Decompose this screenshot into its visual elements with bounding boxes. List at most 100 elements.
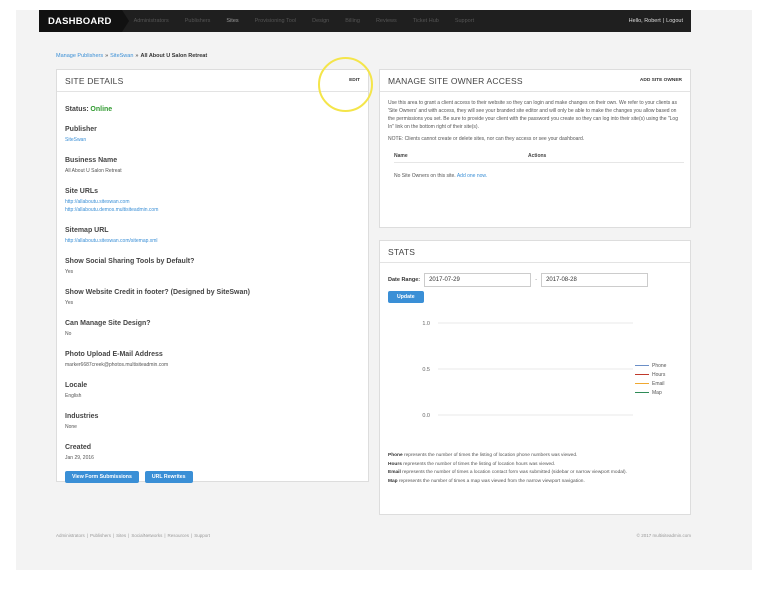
chart-legend: Phone Hours Email Map — [635, 361, 666, 397]
site-owners-table: Name Actions No Site Owners on this site… — [394, 152, 684, 180]
nav-administrators[interactable]: Administrators — [134, 18, 169, 24]
nav-ticket-hub[interactable]: Ticket Hub — [413, 18, 439, 24]
created-label: Created — [65, 444, 92, 451]
legend-item-hours: Hours — [635, 370, 666, 379]
url-rewrites-button[interactable]: URL Rewrites — [144, 471, 193, 483]
breadcrumb: Manage Publishers » SiteSwan » All About… — [56, 53, 207, 59]
owner-access-header: MANAGE SITE OWNER ACCESS ADD SITE OWNER — [380, 70, 690, 92]
site-url-link[interactable]: http://allaboutu.demos.multisiteadmin.co… — [65, 207, 158, 213]
social-sharing-label: Show Social Sharing Tools by Default? — [65, 258, 195, 265]
update-button[interactable]: Update — [388, 291, 424, 303]
chart-y-tick-label: 0.5 — [422, 367, 430, 373]
sitemap-link[interactable]: http://allaboutu.siteswan.com/sitemap.xm… — [65, 238, 158, 244]
date-to-input[interactable]: 2017-08-28 — [541, 273, 649, 287]
edit-link[interactable]: EDIT — [349, 78, 360, 83]
photo-email-label: Photo Upload E-Mail Address — [65, 351, 163, 358]
legend-swatch — [635, 365, 649, 366]
owner-access-title: MANAGE SITE OWNER ACCESS — [388, 75, 523, 86]
stats-header: STATS — [380, 241, 690, 263]
user-separator: | — [662, 18, 665, 24]
note-hours-term: Hours — [388, 461, 402, 467]
manage-design-value: No — [65, 331, 72, 337]
industries-field: Industries None — [65, 413, 360, 431]
site-urls-label: Site URLs — [65, 188, 99, 195]
breadcrumb-separator: » — [135, 53, 139, 59]
sitemap-field: Sitemap URL http://allaboutu.siteswan.co… — [65, 227, 360, 245]
note-email: Email represents the number of times a l… — [388, 469, 684, 478]
business-name-label: Business Name — [65, 157, 118, 164]
footer-separator: | — [86, 533, 88, 538]
note-phone: Phone represents the number of times the… — [388, 452, 684, 461]
note-hours-text: represents the number of times the listi… — [401, 461, 556, 467]
stats-body: Date Range: 2017-07-29 - 2017-08-28 Upda… — [380, 263, 690, 313]
footer-link[interactable]: Support — [194, 533, 210, 538]
nav-sites[interactable]: Sites — [226, 18, 238, 24]
nav-publishers[interactable]: Publishers — [185, 18, 211, 24]
status-label: Status: — [65, 106, 89, 113]
nav-provisioning-tool[interactable]: Provisioning Tool — [255, 18, 296, 24]
website-credit-field: Show Website Credit in footer? (Designed… — [65, 289, 360, 307]
legend-label: Hours — [652, 371, 666, 378]
breadcrumb-manage-publishers[interactable]: Manage Publishers — [56, 53, 103, 59]
nav-reviews[interactable]: Reviews — [376, 18, 397, 24]
top-navigation: DASHBOARD Administrators Publishers Site… — [39, 10, 691, 32]
note-phone-term: Phone — [388, 453, 403, 458]
nav-design[interactable]: Design — [312, 18, 329, 24]
site-url-link[interactable]: http://allaboutu.siteswan.com — [65, 199, 129, 205]
legend-swatch — [635, 392, 649, 393]
user-menu: Hello, Robert | Logout — [629, 18, 683, 24]
industries-value: None — [65, 424, 77, 430]
owner-access-note: NOTE: Clients cannot create or delete si… — [388, 136, 585, 142]
created-field: Created Jan 29, 2016 — [65, 444, 360, 462]
logout-link[interactable]: Logout — [666, 18, 683, 24]
owner-access-description: Use this area to grant a client access t… — [388, 100, 678, 130]
note-hours: Hours represents the number of times the… — [388, 461, 684, 470]
footer-link[interactable]: Sites — [116, 533, 126, 538]
website-credit-label: Show Website Credit in footer? (Designed… — [65, 289, 251, 296]
status-value: Online — [90, 106, 113, 113]
breadcrumb-separator: » — [105, 53, 109, 59]
social-sharing-value: Yes — [65, 269, 74, 275]
footer-link[interactable]: Resources — [168, 533, 190, 538]
date-range-separator: - — [535, 277, 538, 283]
legend-label: Map — [652, 389, 662, 396]
dashboard-brand[interactable]: DASHBOARD — [39, 10, 129, 32]
chart-y-tick-label: 1.0 — [422, 321, 430, 327]
legend-item-phone: Phone — [635, 361, 666, 370]
publisher-link[interactable]: SiteSwan — [65, 137, 86, 143]
breadcrumb-siteswan[interactable]: SiteSwan — [110, 53, 133, 59]
site-details-panel: SITE DETAILS EDIT Status: Online Publish… — [56, 69, 369, 483]
footer-link[interactable]: Publishers — [90, 533, 111, 538]
nav-billing[interactable]: Billing — [345, 18, 360, 24]
footer-links: Administrators | Publishers | Sites | SocialNe… — [56, 533, 210, 538]
industries-label: Industries — [65, 413, 99, 420]
date-from-input[interactable]: 2017-07-29 — [424, 273, 532, 287]
site-details-header: SITE DETAILS EDIT — [57, 70, 368, 92]
add-site-owner-link[interactable]: ADD SITE OWNER — [640, 78, 682, 83]
footer-separator: | — [164, 533, 166, 538]
legend-label: Phone — [652, 362, 667, 369]
site-urls-field: Site URLs http://allaboutu.siteswan.com … — [65, 188, 360, 214]
empty-message: No Site Owners on this site. — [394, 173, 456, 179]
breadcrumb-current: All About U Salon Retreat — [140, 53, 208, 59]
business-name-field: Business Name All About U Salon Retreat — [65, 157, 360, 175]
date-range-label: Date Range: — [388, 277, 421, 283]
note-email-term: Email — [388, 470, 401, 475]
footer-link[interactable]: Administrators — [56, 533, 85, 538]
legend-swatch — [635, 383, 649, 384]
locale-label: Locale — [65, 382, 88, 389]
publisher-field: Publisher SiteSwan — [65, 126, 360, 144]
add-one-now-link[interactable]: Add one now. — [457, 173, 487, 179]
chart-y-tick-label: 0.0 — [422, 413, 430, 419]
note-map-term: Map — [388, 478, 398, 484]
footer: Administrators | Publishers | Sites | SocialNe… — [56, 533, 691, 538]
locale-value: English — [65, 393, 82, 399]
note-map-text: represents the number of times a map was… — [397, 478, 585, 484]
legend-swatch — [635, 374, 649, 375]
footer-link[interactable]: SocialNetworks — [131, 533, 162, 538]
nav-support[interactable]: Support — [455, 18, 474, 24]
column-name: Name — [394, 153, 408, 159]
view-form-submissions-button[interactable]: View Form Submissions — [65, 471, 139, 483]
created-value: Jan 29, 2016 — [65, 455, 94, 461]
business-name-value: All About U Salon Retreat — [65, 168, 122, 174]
